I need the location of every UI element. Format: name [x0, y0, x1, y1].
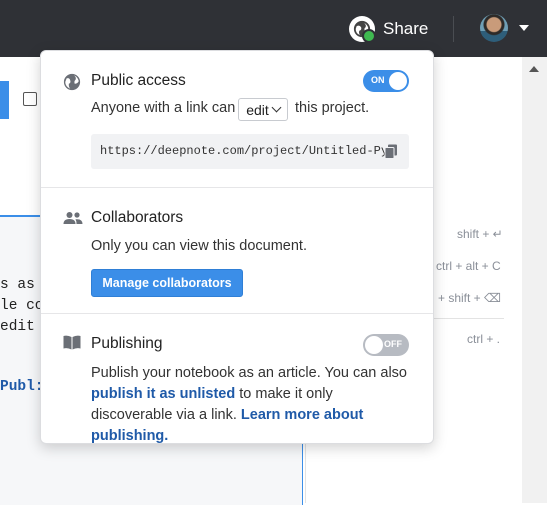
- public-access-text-after: this project.: [295, 100, 370, 116]
- share-globe-icon: [349, 16, 376, 43]
- copy-icon[interactable]: [384, 144, 398, 159]
- public-access-title: Public access: [91, 72, 186, 89]
- scroll-up-icon[interactable]: [529, 66, 539, 72]
- section-divider: [41, 313, 433, 314]
- public-access-text-before: Anyone with a link can: [91, 100, 236, 116]
- shortcut-label: shift + ↵: [457, 227, 503, 241]
- share-label: Share: [383, 19, 429, 38]
- toggle-knob: [365, 336, 383, 354]
- share-link-field[interactable]: https://deepnote.com/project/Untitled-Py…: [91, 134, 409, 169]
- manage-collaborators-button[interactable]: Manage collaborators: [91, 269, 243, 297]
- user-avatar[interactable]: [480, 14, 508, 42]
- share-button[interactable]: Share: [349, 15, 428, 43]
- code-line: Publ:: [0, 379, 44, 395]
- scrollbar[interactable]: [522, 57, 547, 503]
- cell-checkbox[interactable]: [23, 92, 37, 106]
- shortcut-label: ctrl + alt + C: [436, 259, 501, 273]
- publishing-toggle[interactable]: OFF: [363, 334, 409, 356]
- chevron-down-icon: [271, 102, 282, 113]
- code-line: s as: [0, 277, 35, 293]
- publishing-description: Publish your notebook as an article. You…: [91, 363, 416, 447]
- top-bar: Share: [0, 0, 547, 57]
- code-line: edit: [0, 319, 35, 335]
- collaborators-text: Only you can view this document.: [91, 238, 307, 254]
- topbar-divider: [453, 16, 454, 42]
- shortcut-label: l + shift + ⌫: [432, 291, 501, 305]
- publish-unlisted-link[interactable]: publish it as unlisted: [91, 386, 235, 402]
- collaborators-title: Collaborators: [91, 209, 184, 226]
- share-popover: Public access ON Anyone with a link can …: [40, 50, 434, 444]
- publishing-title: Publishing: [91, 335, 163, 352]
- permission-value: edit: [246, 101, 269, 118]
- divider: [432, 318, 504, 319]
- toggle-knob: [389, 72, 407, 90]
- people-icon: [63, 211, 83, 230]
- cell-selection-indicator: [0, 81, 9, 119]
- section-divider: [41, 187, 433, 188]
- toggle-label: OFF: [384, 339, 402, 349]
- shortcut-label: ctrl + .: [467, 332, 501, 346]
- permission-select[interactable]: edit: [238, 98, 288, 121]
- toggle-label: ON: [371, 75, 385, 85]
- share-link-url: https://deepnote.com/project/Untitled-Py…: [100, 144, 396, 158]
- code-line: le co: [0, 298, 44, 314]
- public-access-toggle[interactable]: ON: [363, 70, 409, 92]
- book-icon: [63, 335, 81, 355]
- account-menu-chevron-icon[interactable]: [519, 25, 529, 31]
- globe-icon: [63, 73, 81, 96]
- publishing-text-1: Publish your notebook as an article. You…: [91, 365, 407, 381]
